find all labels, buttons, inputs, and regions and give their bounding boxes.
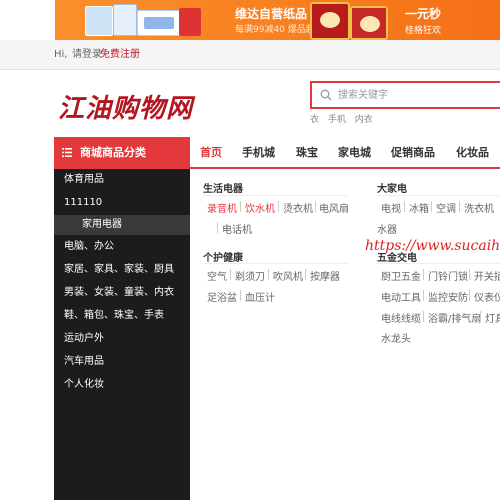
sidebar-highlight [54, 215, 190, 235]
menu-icon [62, 148, 72, 157]
login-link[interactable]: 请登录 [72, 40, 102, 70]
category-link[interactable]: 录音机 [207, 200, 237, 215]
register-link[interactable]: 免费注册 [100, 40, 140, 70]
hotword-link[interactable]: 手机 [328, 115, 346, 125]
category-link[interactable]: 按摩器 [310, 268, 340, 283]
category-link[interactable]: 灯具 [485, 310, 500, 325]
category-link[interactable]: 电线线缆 [381, 310, 421, 325]
section-divider [203, 263, 348, 264]
link-separator [469, 290, 470, 301]
category-link[interactable]: 电风扇 [319, 200, 349, 215]
link-separator [431, 201, 432, 212]
section-divider [377, 195, 500, 196]
category-link[interactable]: 冰箱 [409, 200, 429, 215]
sidebar-item-clothing[interactable]: 男装、女装、童装、内衣 [64, 283, 174, 303]
category-link[interactable]: 电视 [381, 200, 401, 215]
category-link[interactable]: 空调 [436, 200, 456, 215]
banner-left-blank [0, 0, 55, 40]
link-separator [423, 311, 424, 322]
link-separator [240, 290, 241, 301]
tissue-pack-image [85, 6, 113, 36]
category-link[interactable]: 电话机 [222, 221, 252, 236]
link-separator [268, 269, 269, 280]
category-link[interactable]: 仪表仪 [474, 289, 500, 304]
category-menu-header[interactable]: 商城商品分类 [54, 137, 190, 169]
link-separator [480, 311, 481, 322]
section-divider [377, 263, 500, 264]
sidebar-item-111110[interactable]: 111110 [64, 193, 102, 213]
category-link[interactable]: 水龙头 [381, 330, 411, 345]
link-separator [423, 290, 424, 301]
search-input[interactable] [338, 86, 498, 104]
nav-jewelry[interactable]: 珠宝 [296, 137, 318, 169]
link-separator [459, 201, 460, 212]
link-separator [423, 269, 424, 280]
oat-can-image [350, 6, 388, 40]
section-title-small-appliances: 生活电器 [203, 184, 243, 195]
link-separator [469, 269, 470, 280]
sidebar-item-computer-office[interactable]: 电脑、办公 [64, 237, 114, 257]
link-separator [240, 201, 241, 212]
link-separator [404, 201, 405, 212]
watermark-text: https://www.sucaihuo [365, 238, 500, 254]
search-icon[interactable] [320, 89, 332, 101]
section-title-personal-care: 个护健康 [203, 253, 243, 264]
sidebar-item-cosmetics[interactable]: 个人化妆 [64, 375, 104, 395]
nav-cosmetics[interactable]: 化妆品 [456, 137, 489, 169]
oat-can-image [310, 2, 350, 40]
category-link[interactable]: 开关插 [474, 268, 500, 283]
nav-promotions[interactable]: 促销商品 [391, 137, 435, 169]
link-separator [278, 201, 279, 212]
greeting: Hi, [54, 49, 68, 60]
search-box [310, 81, 500, 109]
section-title-large-appliances: 大家电 [377, 184, 407, 195]
category-link[interactable]: 吹风机 [273, 268, 303, 283]
category-link[interactable]: 洗衣机 [464, 200, 494, 215]
category-link[interactable]: 血压计 [245, 289, 275, 304]
nav-phone-city[interactable]: 手机城 [242, 137, 275, 169]
sidebar-item-home-furniture[interactable]: 家居、家具、家装、厨具 [64, 260, 174, 280]
category-link[interactable]: 监控安防 [428, 289, 468, 304]
sidebar-item-appliances[interactable]: 家用电器 [82, 215, 122, 235]
link-separator [305, 269, 306, 280]
top-bar: Hi, 请登录 免费注册 [0, 40, 500, 70]
category-link[interactable]: 浴霸/排气扇 [428, 310, 481, 325]
category-flyout-panel [190, 169, 500, 500]
category-link[interactable]: 水器 [377, 221, 397, 236]
tissue-pack-image [113, 4, 137, 36]
top-banner[interactable]: 维达自营纸品 每满99减40 爆品超值购 一元秒 桂格狂欢 [0, 0, 500, 40]
hotword-link[interactable]: 内衣 [355, 115, 373, 125]
tissue-box-image [137, 10, 181, 36]
nav-home[interactable]: 首页 [200, 137, 222, 169]
category-link[interactable]: 空气 [207, 268, 227, 283]
category-header-label: 商城商品分类 [80, 146, 146, 159]
banner-right-title: 一元秒 [405, 7, 442, 21]
link-separator [230, 269, 231, 280]
hot-keywords: 衣 手机 内衣 [310, 112, 379, 125]
hotword-link[interactable]: 衣 [310, 115, 319, 125]
sidebar-item-shoes-bags[interactable]: 鞋、箱包、珠宝、手表 [64, 306, 164, 326]
sidebar-item-auto[interactable]: 汽车用品 [64, 352, 104, 372]
category-link[interactable]: 足浴盆 [207, 289, 237, 304]
tissue-box-image [179, 8, 201, 36]
category-link[interactable]: 剃须刀 [235, 268, 265, 283]
sidebar-item-outdoor[interactable]: 运动户外 [64, 329, 104, 349]
banner-right-subtitle: 桂格狂欢 [405, 26, 442, 36]
section-divider [203, 195, 348, 196]
link-separator [315, 201, 316, 212]
sidebar-item-sports[interactable]: 体育用品 [64, 170, 104, 190]
category-link[interactable]: 门铃门锁 [428, 268, 468, 283]
banner-title: 维达自营纸品 [235, 7, 308, 21]
nav-appliance-city[interactable]: 家电城 [338, 137, 371, 169]
category-link[interactable]: 饮水机 [245, 200, 275, 215]
link-separator [217, 222, 218, 233]
category-link[interactable]: 厨卫五金 [381, 268, 421, 283]
site-logo[interactable]: 江油购物网 [58, 88, 193, 125]
category-link[interactable]: 电动工具 [381, 289, 421, 304]
category-link[interactable]: 烫衣机 [283, 200, 313, 215]
